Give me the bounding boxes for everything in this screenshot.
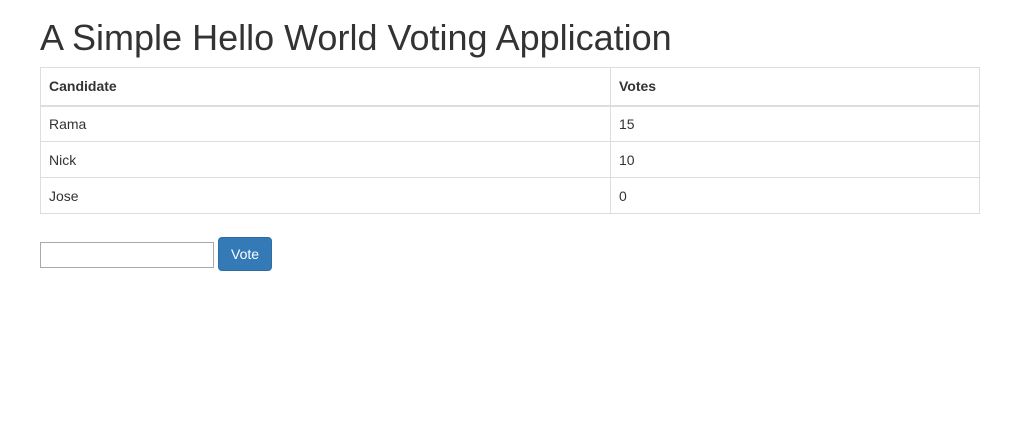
candidate-name-cell: Rama	[40, 105, 611, 142]
column-header-candidate: Candidate	[40, 67, 611, 107]
table-header-row: Candidate Votes	[40, 67, 980, 107]
table-header: Candidate Votes	[40, 67, 980, 107]
candidate-name-cell: Jose	[40, 177, 611, 214]
table-row: Nick 10	[40, 141, 980, 178]
candidates-table: Candidate Votes Rama 15 Nick 10 Jose 0	[40, 67, 980, 214]
vote-count-cell: 10	[610, 141, 980, 178]
vote-count-cell: 0	[610, 177, 980, 214]
column-header-votes: Votes	[610, 67, 980, 107]
vote-count-cell: 15	[610, 105, 980, 142]
table-body: Rama 15 Nick 10 Jose 0	[40, 105, 980, 214]
vote-button[interactable]: Vote	[218, 237, 273, 271]
page-title: A Simple Hello World Voting Application	[40, 17, 672, 58]
table-row: Rama 15	[40, 105, 980, 142]
candidate-name-cell: Nick	[40, 141, 611, 178]
candidate-input[interactable]	[40, 242, 214, 268]
table-row: Jose 0	[40, 177, 980, 214]
vote-form: Vote	[40, 237, 273, 271]
